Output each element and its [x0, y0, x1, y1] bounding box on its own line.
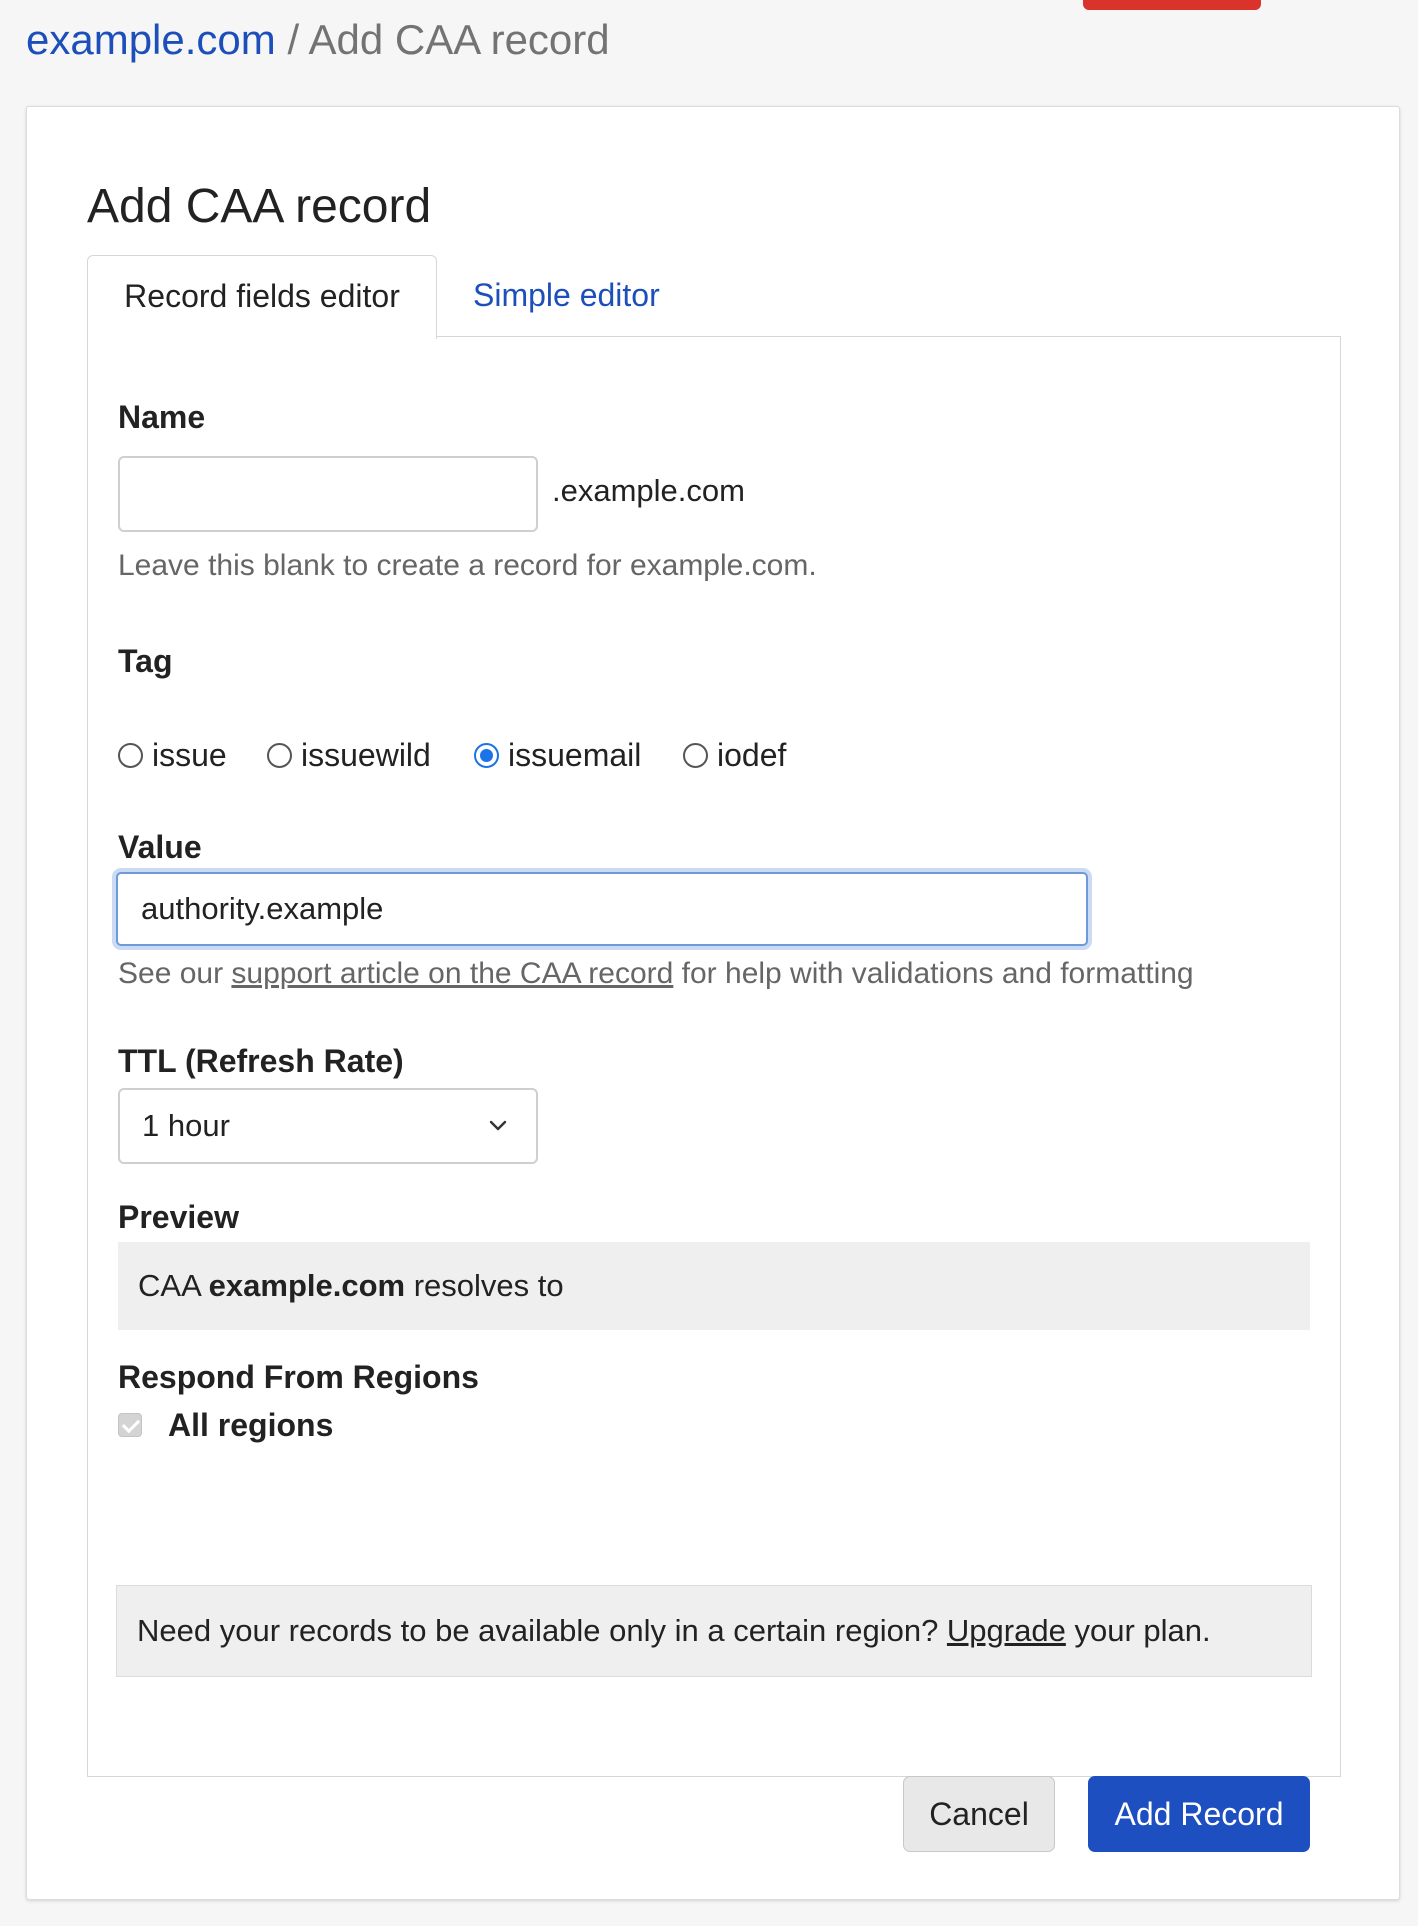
- value-label: Value: [118, 829, 202, 865]
- tag-option-issuemail[interactable]: issuemail: [474, 732, 641, 778]
- radio-checked-icon[interactable]: [474, 742, 499, 768]
- preview-label: Preview: [118, 1199, 239, 1235]
- checkbox-checked-icon[interactable]: [118, 1413, 142, 1437]
- tag-option-iodef[interactable]: iodef: [683, 732, 786, 778]
- tag-option-label: issuewild: [301, 736, 431, 773]
- tag-label: Tag: [118, 643, 173, 679]
- breadcrumb: example.com / Add CAA record: [26, 14, 610, 66]
- tag-option-label: issuemail: [508, 736, 642, 773]
- form-card: Add CAA record Record fields editor Simp…: [26, 106, 1400, 1900]
- radio-unchecked-icon[interactable]: [267, 742, 292, 768]
- radio-unchecked-icon[interactable]: [118, 742, 143, 768]
- top-red-button-edge[interactable]: [1083, 0, 1261, 10]
- upgrade-notice-suffix: your plan.: [1065, 1613, 1211, 1648]
- breadcrumb-current: Add CAA record: [308, 16, 610, 63]
- name-domain-suffix: .example.com: [552, 473, 745, 508]
- name-help-text: Leave this blank to create a record for …: [118, 549, 817, 582]
- regions-label: Respond From Regions: [118, 1359, 479, 1395]
- value-help-prefix: See our: [118, 957, 232, 990]
- value-input[interactable]: authority.example: [116, 872, 1088, 946]
- breadcrumb-domain-link[interactable]: example.com: [26, 16, 276, 63]
- add-record-button[interactable]: Add Record: [1088, 1776, 1310, 1852]
- all-regions-checkbox-row[interactable]: All regions: [118, 1404, 333, 1446]
- caa-support-article-link[interactable]: support article on the CAA record: [231, 957, 673, 990]
- tag-option-issue[interactable]: issue: [118, 732, 227, 778]
- tag-option-label: iodef: [717, 736, 787, 773]
- preview-suffix: resolves to: [405, 1268, 564, 1303]
- page-title: Add CAA record: [87, 180, 432, 233]
- ttl-selected-value: 1 hour: [142, 1108, 230, 1143]
- tab-simple-editor[interactable]: Simple editor: [473, 255, 660, 337]
- tag-option-issuewild[interactable]: issuewild: [267, 732, 431, 778]
- all-regions-label: All regions: [168, 1406, 334, 1443]
- record-fields-panel: Name .example.com Leave this blank to cr…: [87, 336, 1341, 1852]
- tab-record-fields-editor[interactable]: Record fields editor: [87, 255, 437, 339]
- name-label: Name: [118, 399, 206, 435]
- breadcrumb-separator: /: [287, 16, 300, 63]
- preview-domain: example.com: [208, 1268, 406, 1303]
- upgrade-notice-prefix: Need your records to be available only i…: [137, 1613, 947, 1648]
- value-help-text: See our support article on the CAA recor…: [118, 957, 1194, 991]
- preview-box: CAA example.com resolves to: [118, 1242, 1310, 1330]
- ttl-select[interactable]: 1 hour: [118, 1088, 538, 1164]
- preview-prefix: CAA: [138, 1268, 209, 1303]
- upgrade-link[interactable]: Upgrade: [947, 1613, 1066, 1648]
- value-help-suffix: for help with validations and formatting: [673, 957, 1194, 990]
- tag-option-label: issue: [152, 736, 227, 773]
- chevron-down-icon: [489, 1120, 507, 1131]
- upgrade-notice: Need your records to be available only i…: [116, 1585, 1312, 1677]
- name-input[interactable]: [118, 456, 538, 532]
- cancel-button[interactable]: Cancel: [903, 1776, 1055, 1852]
- radio-unchecked-icon[interactable]: [683, 742, 708, 768]
- ttl-label: TTL (Refresh Rate): [118, 1043, 404, 1079]
